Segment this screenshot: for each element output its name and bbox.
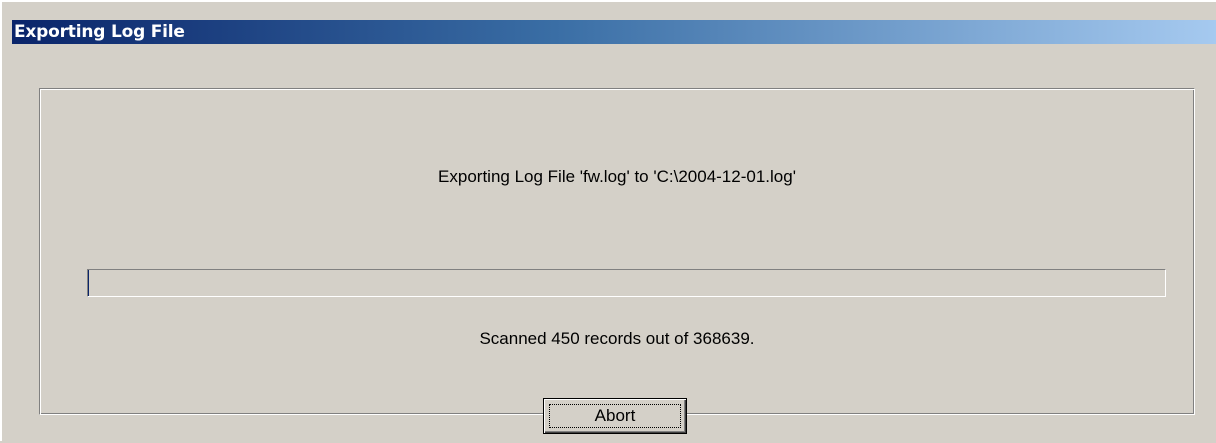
- window-title: Exporting Log File: [14, 22, 185, 42]
- abort-button[interactable]: Abort: [543, 398, 687, 434]
- export-dialog-window: Exporting Log File Exporting Log File 'f…: [0, 0, 1216, 443]
- scan-status-text: Scanned 450 records out of 368639.: [479, 329, 755, 348]
- dialog-body: Exporting Log File 'fw.log' to 'C:\2004-…: [12, 44, 1216, 443]
- title-bar[interactable]: Exporting Log File: [12, 20, 1216, 44]
- export-progress-bar: [87, 269, 1166, 297]
- export-message: Exporting Log File 'fw.log' to 'C:\2004-…: [438, 167, 796, 186]
- export-group-frame: Exporting Log File 'fw.log' to 'C:\2004-…: [39, 88, 1195, 434]
- progress-fill: [88, 270, 90, 296]
- abort-button-label: Abort: [549, 404, 681, 428]
